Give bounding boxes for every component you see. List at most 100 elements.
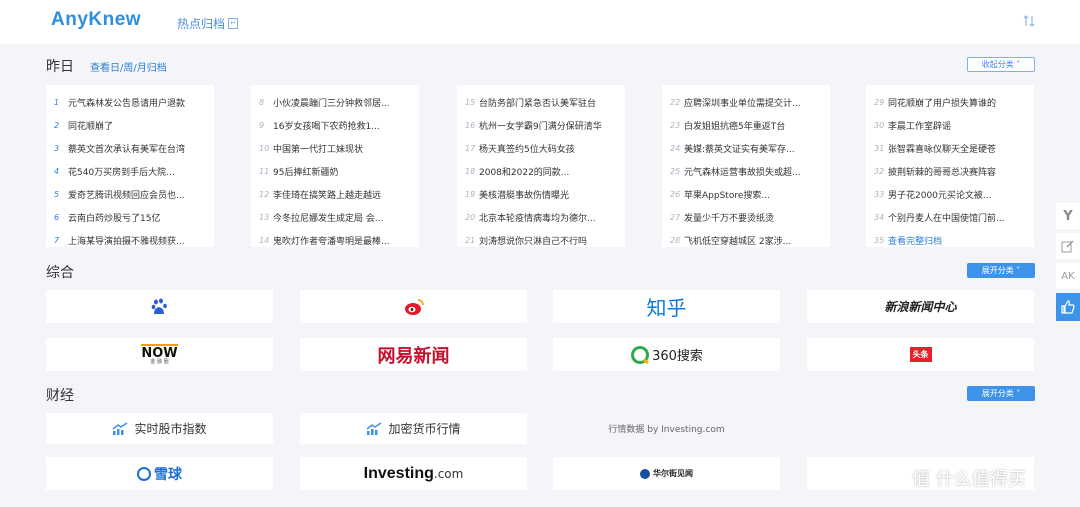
list-item[interactable]: 28 飞机低空穿越城区 2家涉... bbox=[662, 229, 830, 252]
list-item[interactable]: 19 美核潜艇事故伤情曝光 bbox=[457, 183, 625, 206]
watermark-text: 值 什么值得买 bbox=[912, 469, 1026, 490]
list-item[interactable]: 9 16岁女孩喝下农药抢救1... bbox=[251, 114, 419, 137]
collapse-label: 收起分类 bbox=[981, 60, 1014, 69]
collapse-categories-button[interactable]: 收起分类 ˄ bbox=[967, 57, 1035, 72]
tile-netease[interactable]: 网易新闻 bbox=[300, 338, 527, 371]
headline: 今冬拉尼娜发生成定局 会... bbox=[273, 214, 384, 224]
side-toolbar: Y AK bbox=[1056, 203, 1080, 325]
rank-number: 25 bbox=[670, 167, 681, 176]
list-item[interactable]: 10 中国第一代打工妹现状 bbox=[251, 137, 419, 160]
rank-number: 34 bbox=[874, 213, 885, 222]
list-item[interactable]: 33 男子花2000元买论文被... bbox=[866, 183, 1034, 206]
y-logo-icon[interactable]: Y bbox=[1056, 203, 1080, 229]
tile-investing-credit[interactable]: 行情数据 by Investing.com bbox=[553, 413, 780, 444]
headline: 同花顺崩了用户损失算谁的 bbox=[888, 99, 997, 109]
list-item[interactable]: 20 北京本轮疫情病毒均为德尔... bbox=[457, 206, 625, 229]
hot-list-card: 29 同花顺崩了用户损失算谁的 30 李晨工作室辟谣 31 张智霖喜咏仪聊天全是硬苍 32 披… bbox=[866, 85, 1034, 247]
list-item[interactable]: 3 蔡英文首次承认有美军在台湾 bbox=[46, 137, 214, 160]
list-item[interactable]: 31 张智霖喜咏仪聊天全是硬苍 bbox=[866, 137, 1034, 160]
wallstreetcn-logo: 华尔街见闻 bbox=[653, 469, 693, 478]
list-item[interactable]: 23 白发姐姐抗癌5年重返T台 bbox=[662, 114, 830, 137]
list-item[interactable]: 15 台防务部门紧急否认美军驻台 bbox=[457, 91, 625, 114]
list-item[interactable]: 21 刘涛想说你只淋自己不行吗 bbox=[457, 229, 625, 252]
list-item[interactable]: 12 李佳琦在搞笑路上越走越远 bbox=[251, 183, 419, 206]
headline: 元气森林运营事故损失或超... bbox=[684, 168, 801, 178]
rank-number: 9 bbox=[259, 121, 265, 130]
thumbs-up-icon[interactable] bbox=[1056, 293, 1080, 321]
ak-button[interactable]: AK bbox=[1056, 263, 1080, 289]
hot-archive-link[interactable]: 热点归档 ↵ bbox=[177, 15, 239, 32]
tile-now[interactable]: NOW 金 融 圈 bbox=[46, 338, 273, 371]
rank-number: 26 bbox=[670, 190, 681, 199]
sort-icon[interactable] bbox=[1022, 14, 1036, 28]
list-item[interactable]: 24 美媒:蔡英文证实有美军存... bbox=[662, 137, 830, 160]
tile-crypto[interactable]: 加密货币行情 bbox=[300, 413, 527, 444]
list-item[interactable]: 26 苹果AppStore搜索... bbox=[662, 183, 830, 206]
tile-toutiao[interactable]: 头条 bbox=[807, 338, 1034, 371]
list-item[interactable]: 8 小伙凌晨蹦门三分钟救邻居... bbox=[251, 91, 419, 114]
list-item[interactable]: 27 发量少千万不要烫纸烫 bbox=[662, 206, 830, 229]
tile-investing[interactable]: Investing .com bbox=[300, 457, 527, 490]
headline: 应聘深圳事业单位需提交计... bbox=[684, 99, 801, 109]
investing-logo-suffix: .com bbox=[433, 466, 464, 481]
headline: 美核潜艇事故伤情曝光 bbox=[479, 191, 570, 201]
hot-list-card: 22 应聘深圳事业单位需提交计... 23 白发姐姐抗癌5年重返T台 24 美媒:蔡英文证… bbox=[662, 85, 830, 247]
list-item[interactable]: 4 花540万买房到手后大院... bbox=[46, 160, 214, 183]
list-item[interactable]: 35 查看完整归档 bbox=[866, 229, 1034, 252]
expand-label: 展开分类 bbox=[981, 266, 1014, 275]
tile-360-search[interactable]: 360搜索 bbox=[553, 338, 780, 371]
rank-number: 12 bbox=[259, 190, 270, 199]
list-item[interactable]: 30 李晨工作室辟谣 bbox=[866, 114, 1034, 137]
list-item[interactable]: 14 鬼吹灯作者夸潘粤明是最棒... bbox=[251, 229, 419, 252]
xueqiu-logo: 雪球 bbox=[154, 466, 182, 483]
tile-zhihu[interactable]: 知乎 bbox=[553, 290, 780, 323]
headline: 花540万买房到手后大院... bbox=[68, 168, 175, 178]
360-search-label: 360搜索 bbox=[652, 349, 703, 364]
finance-expand-button[interactable]: 展开分类 ˅ bbox=[967, 386, 1035, 401]
list-item[interactable]: 13 今冬拉尼娜发生成定局 会... bbox=[251, 206, 419, 229]
list-item[interactable]: 17 杨天真签约5位大码女孩 bbox=[457, 137, 625, 160]
rank-number: 24 bbox=[670, 144, 681, 153]
y-logo-glyph: Y bbox=[1063, 208, 1073, 224]
toutiao-logo: 头条 bbox=[909, 347, 932, 362]
headline: 披荆斩棘的哥哥总决赛阵容 bbox=[888, 168, 997, 178]
headline: 刘涛想说你只淋自己不行吗 bbox=[479, 237, 588, 247]
edit-glyph bbox=[1061, 240, 1074, 253]
list-item[interactable]: 5 爱奇艺腾讯视频回应会员也... bbox=[46, 183, 214, 206]
list-item[interactable]: 16 杭州一女学霸9门满分保研清华 bbox=[457, 114, 625, 137]
headline: 云南白药炒股亏了15亿 bbox=[68, 214, 161, 224]
list-item[interactable]: 7 上海某导演拍摄不雅视频获... bbox=[46, 229, 214, 252]
tile-stock-index[interactable]: 实时股市指数 bbox=[46, 413, 273, 444]
hot-list-card: 1 元气森林发公告恳请用户退款 2 同花顺崩了 3 蔡英文首次承认有美军在台湾 4 花540万… bbox=[46, 85, 214, 247]
list-item[interactable]: 6 云南白药炒股亏了15亿 bbox=[46, 206, 214, 229]
list-item[interactable]: 32 披荆斩棘的哥哥总决赛阵容 bbox=[866, 160, 1034, 183]
tile-wallstreetcn[interactable]: 华尔街见闻 bbox=[553, 457, 780, 490]
list-item[interactable]: 34 个别丹麦人在中国使馆门前... bbox=[866, 206, 1034, 229]
general-expand-button[interactable]: 展开分类 ˅ bbox=[967, 263, 1035, 278]
rank-number: 8 bbox=[259, 98, 265, 107]
list-item[interactable]: 29 同花顺崩了用户损失算谁的 bbox=[866, 91, 1034, 114]
list-item[interactable]: 2 同花顺崩了 bbox=[46, 114, 214, 137]
general-title: 综合 bbox=[46, 265, 74, 281]
edit-icon[interactable] bbox=[1056, 233, 1080, 259]
tile-baidu[interactable] bbox=[46, 290, 273, 323]
site-logo[interactable]: AnyKnew bbox=[51, 9, 141, 31]
tile-weibo[interactable] bbox=[300, 290, 527, 323]
list-item[interactable]: 25 元气森林运营事故损失或超... bbox=[662, 160, 830, 183]
finance-title: 财经 bbox=[46, 388, 74, 404]
list-item[interactable]: 11 95后捧红新疆奶 bbox=[251, 160, 419, 183]
sina-news-logo: 新浪新闻中心 bbox=[884, 300, 957, 314]
tile-xueqiu[interactable]: 雪球 bbox=[46, 457, 273, 490]
wallstreetcn-icon bbox=[640, 468, 650, 479]
list-item[interactable]: 1 元气森林发公告恳请用户退款 bbox=[46, 91, 214, 114]
tile-sina-news[interactable]: 新浪新闻中心 bbox=[807, 290, 1034, 323]
archive-range-link[interactable]: 查看日/周/月归档 bbox=[90, 59, 167, 74]
headline: 16岁女孩喝下农药抢救1... bbox=[273, 122, 380, 132]
list-item[interactable]: 22 应聘深圳事业单位需提交计... bbox=[662, 91, 830, 114]
list-item[interactable]: 18 2008和2022的同款... bbox=[457, 160, 625, 183]
rank-number: 1 bbox=[54, 98, 60, 107]
weibo-icon bbox=[404, 298, 424, 315]
rank-number: 14 bbox=[259, 236, 270, 245]
rank-number: 7 bbox=[54, 236, 60, 245]
rank-number: 23 bbox=[670, 121, 681, 130]
